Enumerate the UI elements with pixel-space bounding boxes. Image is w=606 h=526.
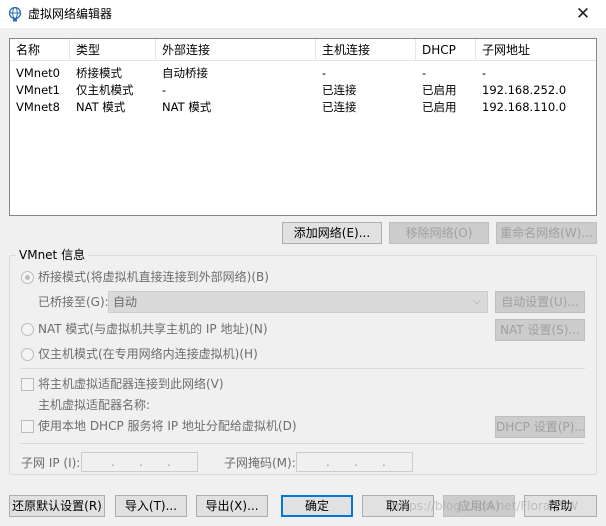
auto-settings-button[interactable]: 自动设置(U)... [495, 291, 585, 313]
bridged-mode-radio[interactable] [21, 271, 34, 284]
window-title: 虚拟网络编辑器 [28, 7, 113, 21]
cell-external: 自动桥接 [162, 66, 208, 80]
cell-external: - [162, 83, 167, 97]
column-header-external[interactable]: 外部连接 [156, 39, 316, 61]
subnet-ip-input[interactable]: . . . [81, 452, 198, 472]
cell-host: 已连接 [322, 83, 357, 97]
ip-dot: . [382, 455, 386, 469]
nat-mode-label: NAT 模式(与虚拟机共享主机的 IP 地址)(N) [38, 322, 268, 336]
cell-name: VMnet0 [16, 66, 60, 80]
cell-external: NAT 模式 [162, 100, 212, 114]
adapter-name-label: 主机虚拟适配器名称: [38, 398, 151, 412]
subnet-mask-input[interactable]: . . . [296, 452, 413, 472]
column-header-dhcp[interactable]: DHCP [416, 39, 476, 61]
remove-network-button[interactable]: 移除网络(O) [389, 222, 489, 244]
chevron-down-icon: ⌵ [473, 296, 481, 307]
import-button[interactable]: 导入(T)... [115, 495, 187, 517]
nat-settings-button[interactable]: NAT 设置(S)... [495, 319, 585, 341]
column-header-type[interactable]: 类型 [70, 39, 156, 61]
nat-mode-radio[interactable] [21, 323, 34, 336]
table-row[interactable]: VMnet0 桥接模式 自动桥接 - - - [10, 65, 596, 82]
cell-dhcp: 已启用 [422, 100, 457, 114]
vmnet-info-title: VMnet 信息 [16, 247, 89, 263]
watermark: https://blog.csdn.net/FloraCSW [392, 499, 579, 513]
cell-name: VMnet8 [16, 100, 60, 114]
bridged-to-value: 自动 [113, 295, 138, 309]
subnet-ip-label: 子网 IP (I): [21, 456, 81, 470]
bridged-mode-label: 桥接模式(将虚拟机直接连接到外部网络)(B) [38, 270, 269, 284]
network-globe-icon [7, 6, 23, 22]
column-header-name[interactable]: 名称 [10, 39, 70, 61]
divider [21, 368, 585, 369]
connect-adapter-label: 将主机虚拟适配器连接到此网络(V) [38, 377, 224, 391]
add-network-button[interactable]: 添加网络(E)... [282, 222, 382, 244]
cell-type: 桥接模式 [76, 66, 122, 80]
close-icon[interactable]: ✕ [560, 0, 606, 28]
restore-defaults-button[interactable]: 还原默认设置(R) [9, 495, 105, 517]
table-row[interactable]: VMnet8 NAT 模式 NAT 模式 已连接 已启用 192.168.110… [10, 99, 596, 116]
connect-adapter-checkbox[interactable] [21, 378, 34, 391]
cell-subnet: 192.168.252.0 [482, 83, 567, 97]
cell-type: NAT 模式 [76, 100, 126, 114]
ok-button[interactable]: 确定 [281, 495, 353, 517]
dhcp-settings-button[interactable]: DHCP 设置(P)... [495, 416, 585, 438]
title-bar: 虚拟网络编辑器 ✕ [0, 0, 606, 28]
host-only-radio[interactable] [21, 348, 34, 361]
subnet-mask-label: 子网掩码(M): [224, 456, 296, 470]
network-list[interactable]: 名称 类型 外部连接 主机连接 DHCP 子网地址 VMnet0 桥接模式 自动… [9, 38, 597, 216]
cell-subnet: - [482, 66, 487, 80]
dhcp-label: 使用本地 DHCP 服务将 IP 地址分配给虚拟机(D) [38, 419, 297, 433]
rename-network-button[interactable]: 重命名网络(W)... [496, 222, 597, 244]
ip-dot: . [326, 455, 330, 469]
export-button[interactable]: 导出(X)... [196, 495, 268, 517]
ip-dot: . [354, 455, 358, 469]
cell-host: 已连接 [322, 100, 357, 114]
ip-dot: . [167, 455, 171, 469]
cell-subnet: 192.168.110.0 [482, 100, 567, 114]
bridged-to-select[interactable]: 自动 ⌵ [108, 291, 488, 313]
table-row[interactable]: VMnet1 仅主机模式 - 已连接 已启用 192.168.252.0 [10, 82, 596, 99]
divider [21, 443, 585, 444]
column-header-subnet[interactable]: 子网地址 [476, 39, 596, 61]
list-header: 名称 类型 外部连接 主机连接 DHCP 子网地址 [10, 39, 596, 61]
cell-name: VMnet1 [16, 83, 60, 97]
bridged-to-label: 已桥接至(G): [38, 295, 109, 309]
cell-dhcp: 已启用 [422, 83, 457, 97]
host-only-label: 仅主机模式(在专用网络内连接虚拟机)(H) [38, 347, 258, 361]
cell-type: 仅主机模式 [76, 83, 134, 97]
cell-host: - [322, 66, 327, 80]
vmnet-info-group [9, 255, 597, 475]
ip-dot: . [111, 455, 115, 469]
ip-dot: . [139, 455, 143, 469]
dhcp-checkbox[interactable] [21, 420, 34, 433]
cell-dhcp: - [422, 66, 427, 80]
column-header-host[interactable]: 主机连接 [316, 39, 416, 61]
